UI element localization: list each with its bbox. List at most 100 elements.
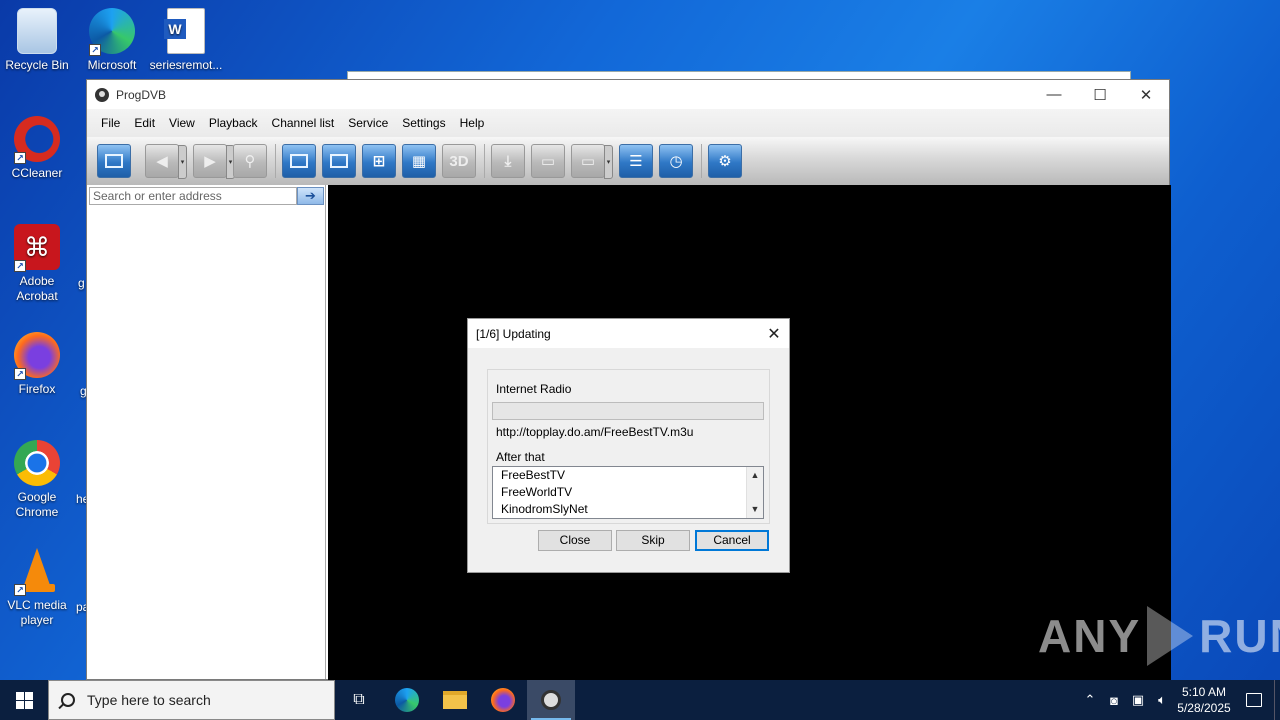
- clock[interactable]: 5:10 AM 5/28/2025: [1174, 684, 1234, 716]
- desktop-icon-label: Microsoft Edge: [87, 58, 137, 72]
- list-item[interactable]: FreeWorldTV: [493, 484, 763, 501]
- menu-help[interactable]: Help: [453, 116, 492, 130]
- aspect-icon: ▭: [580, 153, 596, 170]
- taskbar: Type here to search ⧉ ⌃ ◙ ▣ 🔈︎ 5:10 AM 5…: [0, 680, 1280, 720]
- list-item[interactable]: FreeBestTV: [493, 467, 763, 484]
- close-button[interactable]: Close: [538, 530, 612, 551]
- menu-playback[interactable]: Playback: [202, 116, 265, 130]
- play-logo-icon: [1147, 606, 1194, 666]
- watermark-right: RUN: [1199, 610, 1280, 662]
- taskbar-search-box[interactable]: Type here to search: [48, 680, 335, 720]
- toolbar: ◀ ▾ ▶ ▾ ⚲ ⊞ ▦ 3D ⤓ ▭ ▭ ▾ ☰ ◷ ⚙: [87, 137, 1169, 185]
- screen-capture-button[interactable]: ▭: [531, 144, 565, 178]
- recycle-bin-icon: [17, 8, 57, 54]
- arrow-right-icon: ▶: [204, 153, 216, 170]
- layout-quad-button[interactable]: ⊞: [362, 144, 396, 178]
- window-titlebar[interactable]: ProgDVB — ☐ ✕: [87, 80, 1169, 109]
- desktop-icon-label: Adobe Acrobat: [16, 274, 58, 303]
- taskbar-search-placeholder: Type here to search: [87, 692, 211, 708]
- after-that-label: After that: [496, 450, 545, 464]
- shortcut-arrow-icon: ↗: [14, 152, 26, 164]
- desktop-icon-acrobat[interactable]: ⌘ ↗ Adobe Acrobat: [0, 224, 74, 304]
- list-item[interactable]: KinodromSlyNet: [493, 501, 763, 518]
- desktop-icon-firefox[interactable]: ↗ Firefox: [0, 332, 74, 397]
- close-window-button[interactable]: ✕: [1123, 80, 1169, 109]
- maximize-button[interactable]: ☐: [1077, 80, 1123, 109]
- listbox-scrollbar[interactable]: ▲ ▼: [746, 467, 763, 518]
- layout-single-button[interactable]: [282, 144, 316, 178]
- notification-icon: [1246, 693, 1262, 707]
- aspect-dropdown[interactable]: ▾: [604, 145, 613, 179]
- desktop-icon-word-doc[interactable]: W seriesremot...: [149, 8, 223, 73]
- ccleaner-icon: ↗: [14, 116, 60, 164]
- layout-mosaic-button[interactable]: ▦: [402, 144, 436, 178]
- aspect-button[interactable]: ▭ ▾: [571, 144, 613, 179]
- epg-list-button[interactable]: ☰: [619, 144, 653, 178]
- monitor-icon: ▭: [540, 153, 556, 170]
- open-folder-button[interactable]: [97, 144, 131, 178]
- taskbar-progdvb[interactable]: [527, 680, 575, 720]
- desktop-icon-label: VLC media player: [7, 598, 67, 627]
- vlc-icon: ↗: [14, 548, 60, 596]
- skip-button[interactable]: Skip: [616, 530, 690, 551]
- address-search-input[interactable]: Search or enter address: [89, 187, 297, 205]
- clock-time: 5:10 AM: [1181, 685, 1227, 699]
- shortcut-arrow-icon: ↗: [14, 368, 26, 380]
- chevron-up-icon[interactable]: ⌃: [1078, 692, 1102, 708]
- desktop-icon-chrome[interactable]: Google Chrome: [0, 440, 74, 520]
- desktop-icon-edge[interactable]: ↗ Microsoft Edge: [75, 8, 149, 73]
- desktop-icon-label: Recycle Bin: [5, 58, 69, 72]
- taskbar-file-explorer[interactable]: [431, 680, 479, 720]
- back-dropdown[interactable]: ▾: [178, 145, 187, 179]
- search-tool-button[interactable]: ⚲: [233, 144, 267, 178]
- minimize-button[interactable]: —: [1031, 80, 1077, 109]
- desktop-icon-label: CCleaner: [11, 166, 63, 180]
- show-desktop-button[interactable]: [1274, 680, 1280, 720]
- network-icon[interactable]: ▣: [1126, 692, 1150, 708]
- desktop-icon-recycle-bin[interactable]: Recycle Bin: [0, 8, 74, 73]
- desktop-icon-vlc[interactable]: ↗ VLC media player: [0, 548, 74, 628]
- menu-channel-list[interactable]: Channel list: [265, 116, 342, 130]
- menu-settings[interactable]: Settings: [395, 116, 452, 130]
- edge-icon: [395, 688, 419, 712]
- settings-button[interactable]: ⚙: [708, 144, 742, 178]
- 3d-label: 3D: [449, 152, 469, 170]
- window-layout-icon: [290, 154, 308, 168]
- desktop-icon-ccleaner[interactable]: ↗ CCleaner: [0, 116, 74, 181]
- scheduler-button[interactable]: ◷: [659, 144, 693, 178]
- queue-listbox[interactable]: FreeBestTV FreeWorldTV KinodromSlyNet ▲ …: [492, 466, 764, 519]
- menu-edit[interactable]: Edit: [127, 116, 162, 130]
- record-button[interactable]: ⤓: [491, 144, 525, 178]
- volume-icon[interactable]: 🔈︎: [1150, 692, 1174, 708]
- start-button[interactable]: [0, 680, 48, 720]
- forward-button[interactable]: ▶ ▾: [193, 144, 235, 179]
- cancel-button[interactable]: Cancel: [695, 530, 769, 551]
- firefox-icon: ↗: [14, 332, 60, 380]
- chrome-icon: [14, 440, 60, 486]
- meet-now-icon[interactable]: ◙: [1102, 693, 1126, 708]
- search-go-button[interactable]: ➔: [297, 187, 324, 205]
- scroll-down-icon[interactable]: ▼: [747, 501, 763, 518]
- dialog-titlebar[interactable]: [1/6] Updating ✕: [468, 319, 789, 348]
- dialog-close-icon[interactable]: ✕: [759, 324, 789, 344]
- firefox-icon: [491, 688, 515, 712]
- window-title: ProgDVB: [116, 87, 167, 102]
- channel-list-pane[interactable]: Search or enter address ➔: [87, 185, 326, 679]
- watermark-left: ANY: [1038, 610, 1142, 662]
- 3d-button[interactable]: 3D: [442, 144, 476, 178]
- layout-pip-button[interactable]: [322, 144, 356, 178]
- menu-service[interactable]: Service: [341, 116, 395, 130]
- menu-view[interactable]: View: [162, 116, 202, 130]
- task-view-button[interactable]: ⧉: [335, 680, 383, 720]
- back-button[interactable]: ◀ ▾: [145, 144, 187, 179]
- menu-file[interactable]: File: [94, 116, 127, 130]
- taskbar-edge[interactable]: [383, 680, 431, 720]
- scroll-up-icon[interactable]: ▲: [747, 467, 763, 484]
- clock-date: 5/28/2025: [1177, 701, 1231, 715]
- search-icon: [61, 693, 75, 707]
- desktop-icon-label: seriesremot...: [149, 58, 223, 72]
- system-tray: ⌃ ◙ ▣ 🔈︎ 5:10 AM 5/28/2025: [1078, 680, 1280, 720]
- taskbar-firefox[interactable]: [479, 680, 527, 720]
- shortcut-arrow-icon: ↗: [14, 584, 26, 596]
- notifications-button[interactable]: [1234, 693, 1274, 707]
